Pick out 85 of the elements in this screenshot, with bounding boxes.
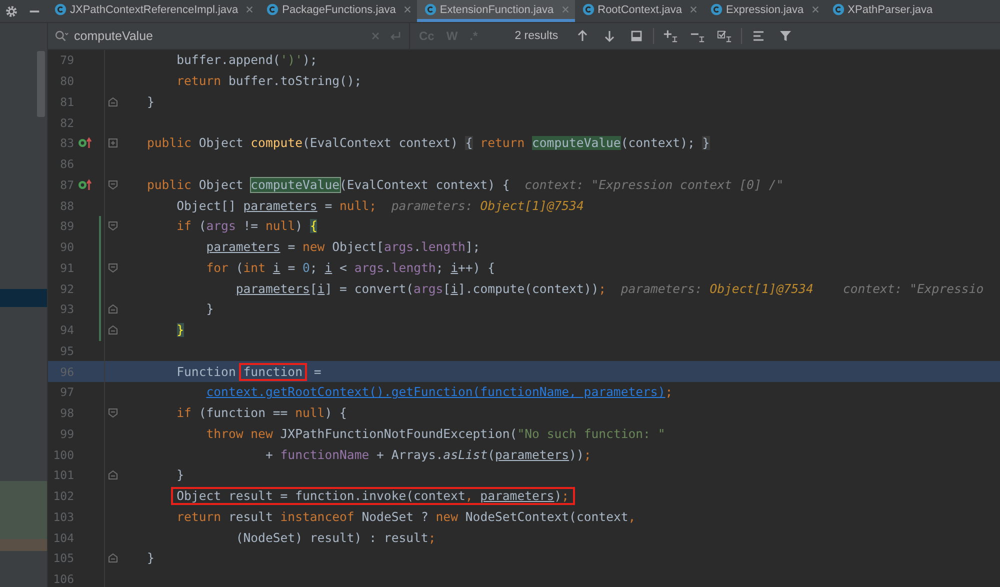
line-number: 98 xyxy=(59,406,74,420)
fold-icon[interactable] xyxy=(108,221,118,232)
select-all-icon[interactable] xyxy=(717,29,732,43)
code-line: Object[] parameters = null; parameters: Object[1]@7534 xyxy=(176,198,584,215)
fold-icon[interactable] xyxy=(108,470,118,480)
close-icon[interactable] xyxy=(245,5,254,14)
search-field[interactable]: computeValue xyxy=(74,26,363,46)
code-line: parameters = new Object[args.length]; xyxy=(205,239,480,256)
line-number: 82 xyxy=(59,116,74,130)
file-tab[interactable]: PackageFunctions.java xyxy=(259,0,417,22)
class-file-icon xyxy=(832,3,845,16)
tree-row-highlight xyxy=(0,289,47,307)
override-marker-icon[interactable] xyxy=(78,178,92,191)
line-number: 94 xyxy=(59,323,74,338)
code-line: context.getRootContext().getFunction(functionName, parameters); xyxy=(205,384,673,402)
code-line: } xyxy=(147,94,154,111)
code-line: return buffer.toString(); xyxy=(176,73,362,90)
line-number: 80 xyxy=(59,74,74,88)
fold-icon[interactable] xyxy=(108,96,118,107)
line-number: 81 xyxy=(59,94,74,109)
fold-icon[interactable] xyxy=(108,408,118,418)
line-number: 92 xyxy=(59,282,74,296)
line-number: 89 xyxy=(59,219,74,234)
class-file-icon xyxy=(54,3,67,16)
line-number: 102 xyxy=(52,489,74,504)
add-occurrence-icon[interactable] xyxy=(663,29,678,43)
filter-icon[interactable] xyxy=(778,29,794,43)
file-tab[interactable]: JXPathContextReferenceImpl.java xyxy=(47,0,260,22)
line-number: 93 xyxy=(59,302,74,316)
line-number: 100 xyxy=(52,448,74,462)
square-icon[interactable] xyxy=(629,29,644,43)
code-line: if (function == null) { xyxy=(176,405,347,422)
code-line: return result instanceof NodeSet ? new NodeSetContext(context, xyxy=(176,508,636,526)
line-number: 87 xyxy=(59,178,74,192)
line-number: 101 xyxy=(52,468,74,482)
line-number: 83 xyxy=(59,136,74,150)
code-line: } xyxy=(176,467,184,484)
file-tab[interactable]: Expression.java xyxy=(703,0,825,22)
scrollbar-thumb[interactable] xyxy=(37,51,45,117)
fold-icon[interactable] xyxy=(108,180,118,190)
code-line: public Object computeValue(EvalContext context) { context: "Expression context [0] /" xyxy=(147,176,784,194)
line-number: 97 xyxy=(59,385,74,400)
line-number: 103 xyxy=(52,510,74,524)
class-file-icon xyxy=(582,3,595,16)
settings-icon[interactable] xyxy=(5,4,18,18)
fold-icon[interactable] xyxy=(108,325,118,336)
line-number: 91 xyxy=(59,260,74,275)
line-number: 86 xyxy=(59,157,74,172)
fold-icon[interactable] xyxy=(108,262,118,273)
close-icon[interactable] xyxy=(402,5,412,14)
code-line: if (args != null) { xyxy=(176,218,318,236)
code-line: for (int i = 0; i < args.length; i++) { xyxy=(205,260,496,277)
class-file-icon xyxy=(266,3,280,16)
code-line: } xyxy=(205,301,214,318)
line-number: 99 xyxy=(59,426,74,441)
results-count: 2 results xyxy=(514,30,558,42)
code-line: Function function = xyxy=(176,362,322,381)
close-icon[interactable] xyxy=(810,5,820,14)
class-file-icon xyxy=(710,3,724,16)
line-number: 104 xyxy=(52,530,74,545)
close-icon[interactable] xyxy=(689,5,698,14)
code-line: public Object compute(EvalContext context) { return computeValue(context); } xyxy=(147,135,710,152)
code-line: parameters[i] = convert(args[i].compute(context)); parameters: Object[1]@7534 context: "Expressio xyxy=(234,280,984,298)
code-line: + functionName + Arrays.asList(parameters)); xyxy=(264,446,592,464)
fold-icon[interactable] xyxy=(108,553,118,564)
file-tab[interactable]: ExtensionFunction.java xyxy=(416,0,575,22)
line-number: 105 xyxy=(52,551,74,566)
line-number: 95 xyxy=(59,344,74,358)
line-number: 88 xyxy=(59,198,74,213)
fold-icon[interactable] xyxy=(108,304,118,314)
override-marker-icon[interactable] xyxy=(78,137,92,150)
line-number: 79 xyxy=(59,53,74,68)
code-line: (NodeSet) result) : result; xyxy=(234,530,436,547)
code-line: } xyxy=(147,550,154,568)
expand-icon[interactable] xyxy=(108,138,118,148)
line-number: 90 xyxy=(59,240,74,254)
class-file-icon xyxy=(424,3,437,16)
line-number: 106 xyxy=(52,572,74,586)
close-icon[interactable] xyxy=(560,5,570,14)
code-line: throw new JXPathFunctionNotFoundException("No such function: " xyxy=(205,426,666,443)
file-tab[interactable]: RootContext.java xyxy=(574,0,704,22)
code-line: buffer.append(')'); xyxy=(176,52,318,70)
file-tab[interactable]: XPathParser.java xyxy=(824,0,938,22)
lines-icon[interactable] xyxy=(751,29,766,43)
search-icon xyxy=(54,29,69,43)
